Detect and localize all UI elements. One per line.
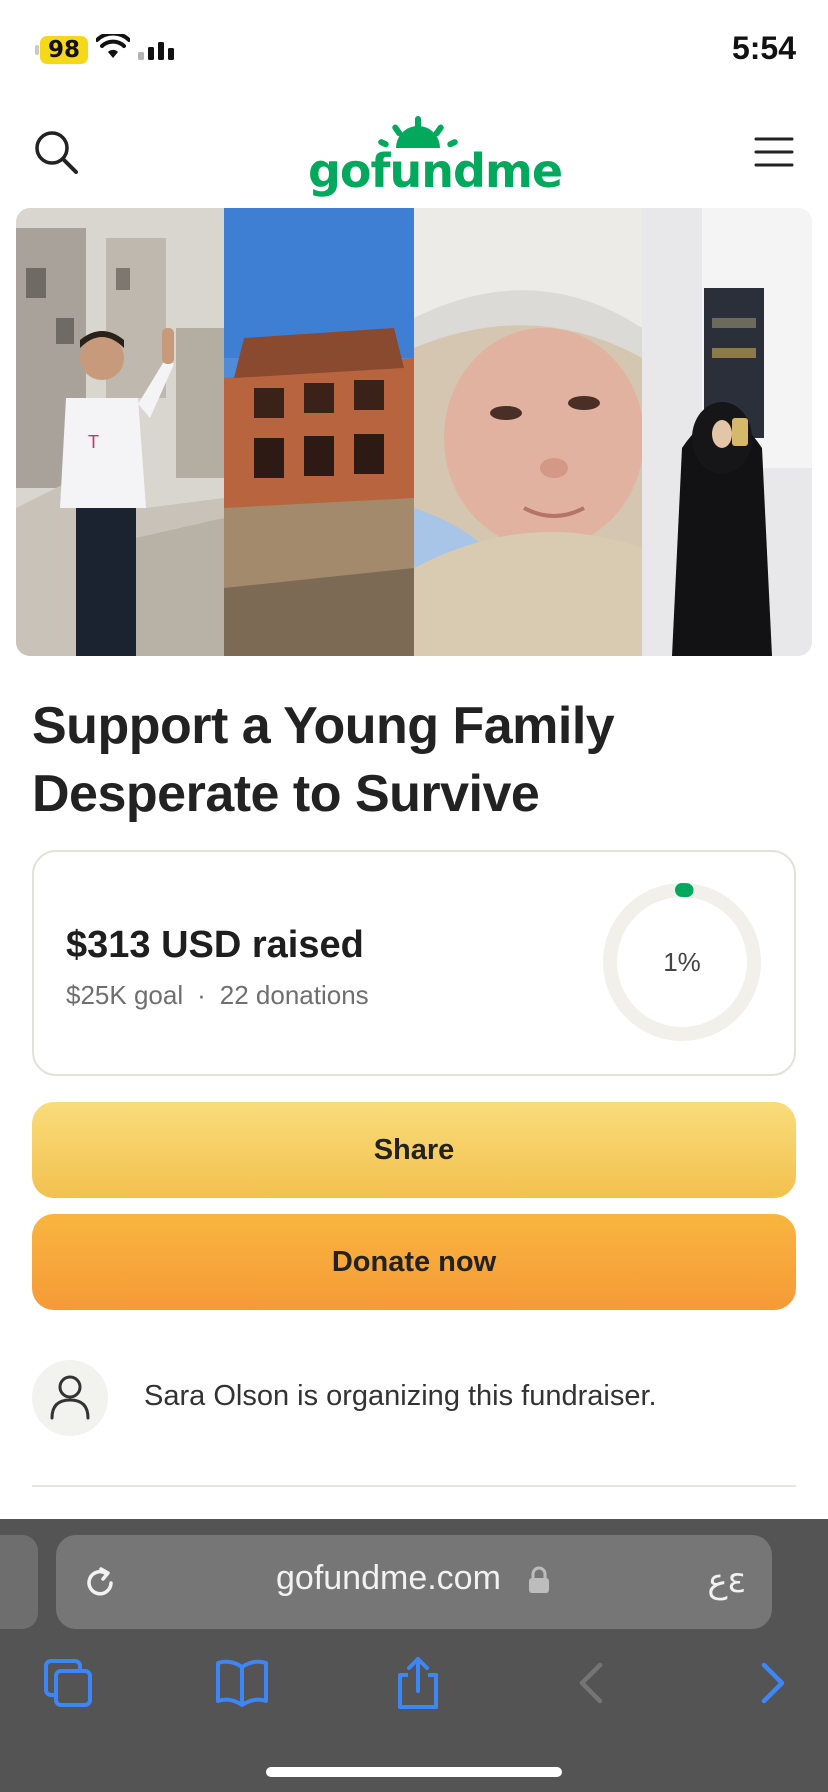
donation-count: 22 donations [219, 980, 369, 1010]
organizer-row[interactable]: Sara Olson is organizing this fundraiser… [32, 1360, 796, 1436]
reload-icon[interactable] [82, 1565, 118, 1601]
status-bar: 98 5:54 [0, 0, 828, 100]
previous-tab-preview[interactable] [0, 1535, 38, 1629]
tabs-icon[interactable] [38, 1653, 98, 1713]
battery-nub [35, 45, 39, 55]
logo-text: gofundme [308, 144, 563, 198]
forward-icon[interactable] [742, 1653, 802, 1713]
organizer-text: Sara Olson is organizing this fundraiser… [144, 1380, 657, 1412]
damaged-building-photo [224, 208, 414, 656]
address-bar[interactable]: gofundme.com عɛ [56, 1535, 772, 1629]
bookmarks-icon[interactable] [212, 1653, 272, 1713]
share-button[interactable]: Share [32, 1102, 796, 1198]
lock-icon [529, 1566, 549, 1593]
donate-now-button[interactable]: Donate now [32, 1214, 796, 1310]
woman-selfie-photo [642, 208, 812, 656]
avatar [32, 1360, 108, 1436]
search-icon[interactable] [32, 128, 80, 176]
wifi-icon [96, 34, 130, 58]
progress-card: $313 USD raised $25K goal · 22 donations 1… [32, 850, 796, 1076]
gofundme-logo[interactable]: gofundme [308, 116, 563, 198]
newborn-baby-photo [414, 208, 642, 656]
status-time: 5:54 [731, 30, 796, 66]
goal-stats: $25K goal · 22 donations [66, 980, 369, 1011]
man-in-rubble-photo: T [16, 208, 224, 656]
url-text: gofundme.com [276, 1559, 501, 1597]
campaign-hero-image: T [16, 208, 812, 656]
back-icon[interactable] [562, 1653, 622, 1713]
section-divider [32, 1485, 796, 1487]
battery-indicator: 98 [40, 36, 88, 64]
stats-separator: · [197, 980, 206, 1010]
progress-percent: 1% [663, 947, 701, 977]
svg-text:T: T [88, 432, 99, 452]
campaign-title: Support a Young Family Desperate to Surv… [32, 697, 615, 823]
site-header: gofundme [0, 100, 828, 206]
person-icon [50, 1375, 90, 1420]
share-sheet-icon[interactable] [388, 1653, 448, 1713]
reader-mode-icon[interactable]: عɛ [707, 1561, 746, 1601]
hamburger-menu-icon[interactable] [754, 136, 794, 168]
browser-toolbar: gofundme.com عɛ [0, 1519, 828, 1792]
amount-raised: $313 USD raised [66, 924, 364, 966]
home-indicator[interactable] [266, 1767, 562, 1777]
goal-amount: $25K goal [66, 980, 184, 1010]
cellular-signal-icon [138, 42, 174, 60]
